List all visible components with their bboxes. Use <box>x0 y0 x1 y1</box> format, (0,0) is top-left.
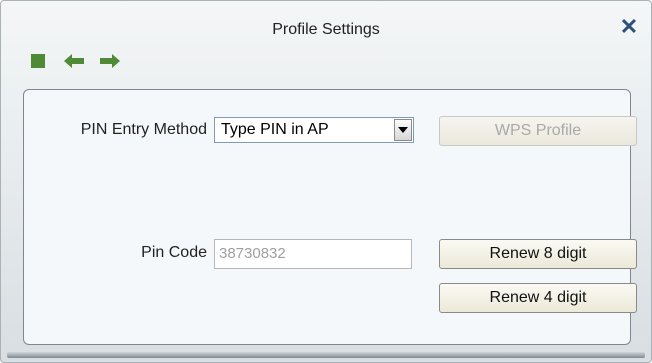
window-title: Profile Settings <box>272 21 380 38</box>
close-icon[interactable]: ✕ <box>619 16 639 38</box>
pin-code-label: Pin Code <box>141 244 207 261</box>
chevron-down-icon[interactable] <box>394 119 412 141</box>
window-bottom-border <box>7 352 645 358</box>
pin-code-field[interactable]: 38730832 <box>214 239 412 269</box>
renew-4-digit-button[interactable]: Renew 4 digit <box>439 283 637 313</box>
pin-entry-method-select[interactable]: Type PIN in AP <box>214 117 414 143</box>
renew-8-digit-button[interactable]: Renew 8 digit <box>439 239 637 269</box>
arrow-right-icon[interactable] <box>99 51 121 71</box>
toolbar <box>27 51 121 71</box>
stop-square-icon[interactable] <box>27 51 49 71</box>
wps-profile-button[interactable]: WPS Profile <box>439 116 637 146</box>
profile-settings-window: Profile Settings ✕ PIN Entry Method Type… <box>0 0 652 363</box>
arrow-left-icon[interactable] <box>63 51 85 71</box>
pin-entry-method-label: PIN Entry Method <box>80 121 207 138</box>
pin-entry-method-value: Type PIN in AP <box>221 121 329 138</box>
